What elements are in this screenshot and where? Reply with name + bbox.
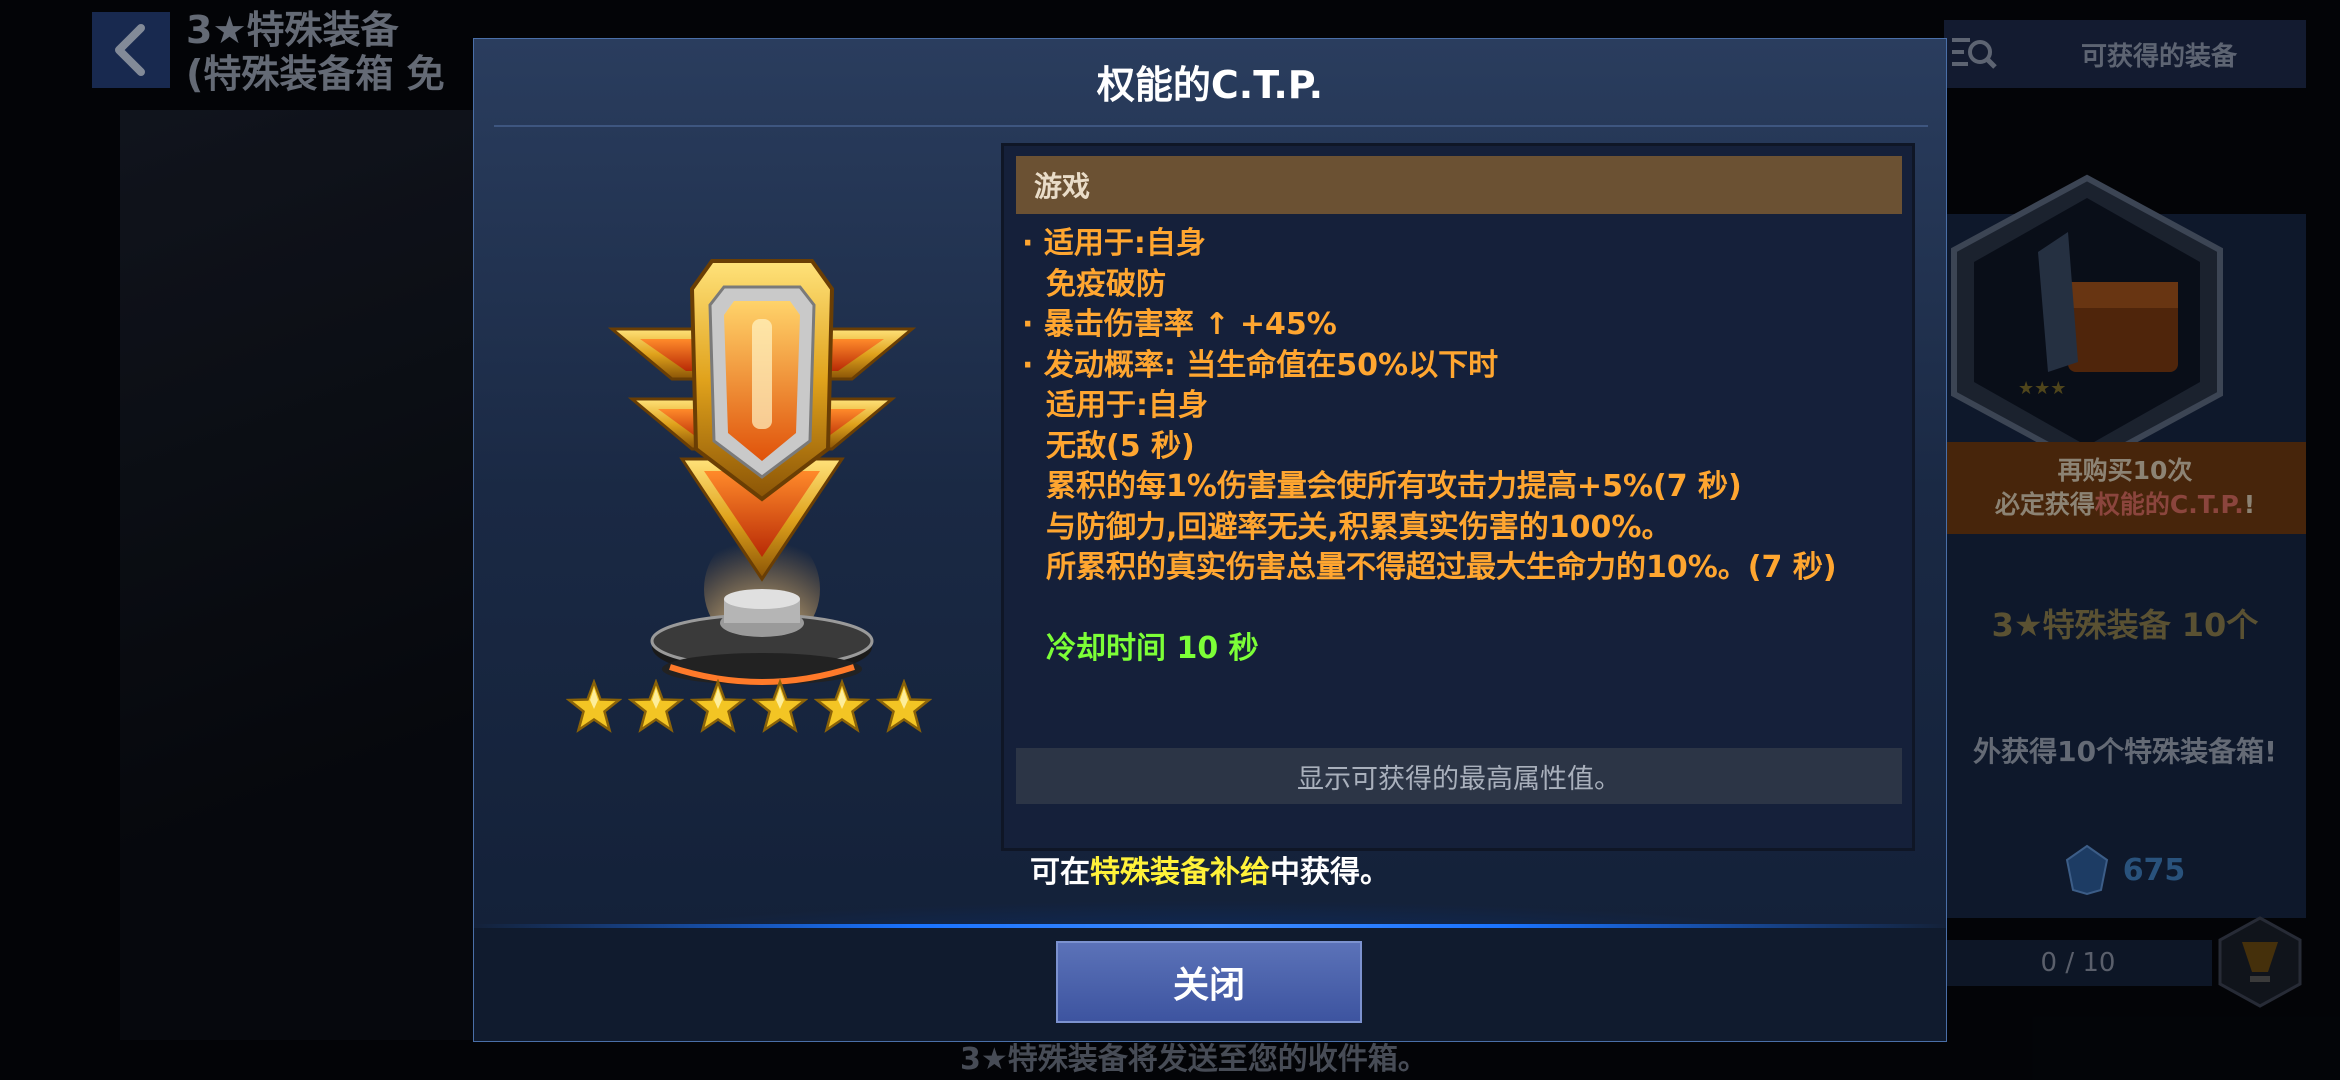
star-icon	[690, 679, 746, 733]
modal-title: 权能的C.T.P.	[1096, 62, 1324, 107]
description-line: 无敌(5 秒)	[1046, 428, 1195, 464]
description-line: · 发动概率: 当生命值在50%以下时	[1022, 347, 1499, 383]
title-divider	[494, 125, 1928, 127]
star-icon	[566, 679, 622, 733]
obtain-source-text: 可在特殊装备补给中获得。	[474, 847, 1946, 891]
cooldown-text: 冷却时间 10 秒	[1046, 630, 1259, 666]
show-max-stats-button[interactable]: 显示可获得的最高属性值。	[1016, 748, 1902, 804]
description-line: 累积的每1%伤害量会使所有攻击力提高+5%(7 秒)	[1046, 469, 1742, 504]
star-icon	[752, 679, 808, 733]
description-line: · 适用于:自身	[1022, 226, 1206, 261]
star-icon	[876, 679, 932, 733]
description-line: 适用于:自身	[1046, 388, 1208, 423]
obtain-suffix: 中获得。	[1270, 855, 1390, 890]
ctp-trophy-icon	[607, 259, 917, 685]
description-body: · 适用于:自身免疫破防 · 暴击伤害率 ↑ +45% · 发动概率: 当生命值在5…	[1022, 224, 1902, 669]
star-icon	[814, 679, 870, 733]
modal-glow-line	[474, 924, 1946, 928]
item-detail-modal: 权能的C.T.P. 游戏 · 适用于:自身 免疫破防 · 暴击伤害率 ↑ +45…	[473, 38, 1947, 1042]
description-line: 与防御力,回避率无关,积累真实伤害的100%。	[1046, 509, 1672, 545]
close-button[interactable]: 关闭	[1056, 941, 1362, 1023]
category-header: 游戏	[1016, 156, 1902, 214]
obtain-source-link[interactable]: 特殊装备补给	[1090, 855, 1270, 890]
obtain-prefix: 可在	[1030, 855, 1090, 890]
description-line: 免疫破防	[1046, 266, 1166, 302]
description-line: · 暴击伤害率 ↑ +45%	[1022, 307, 1337, 342]
description-panel[interactable]: 游戏 · 适用于:自身免疫破防 · 暴击伤害率 ↑ +45% · 发动概率: 当生命…	[1001, 143, 1915, 851]
star-icon	[628, 679, 684, 733]
description-line: 所累积的真实伤害总量不得超过最大生命力的10%。(7 秒)	[1046, 550, 1837, 585]
star-rating	[566, 679, 932, 745]
